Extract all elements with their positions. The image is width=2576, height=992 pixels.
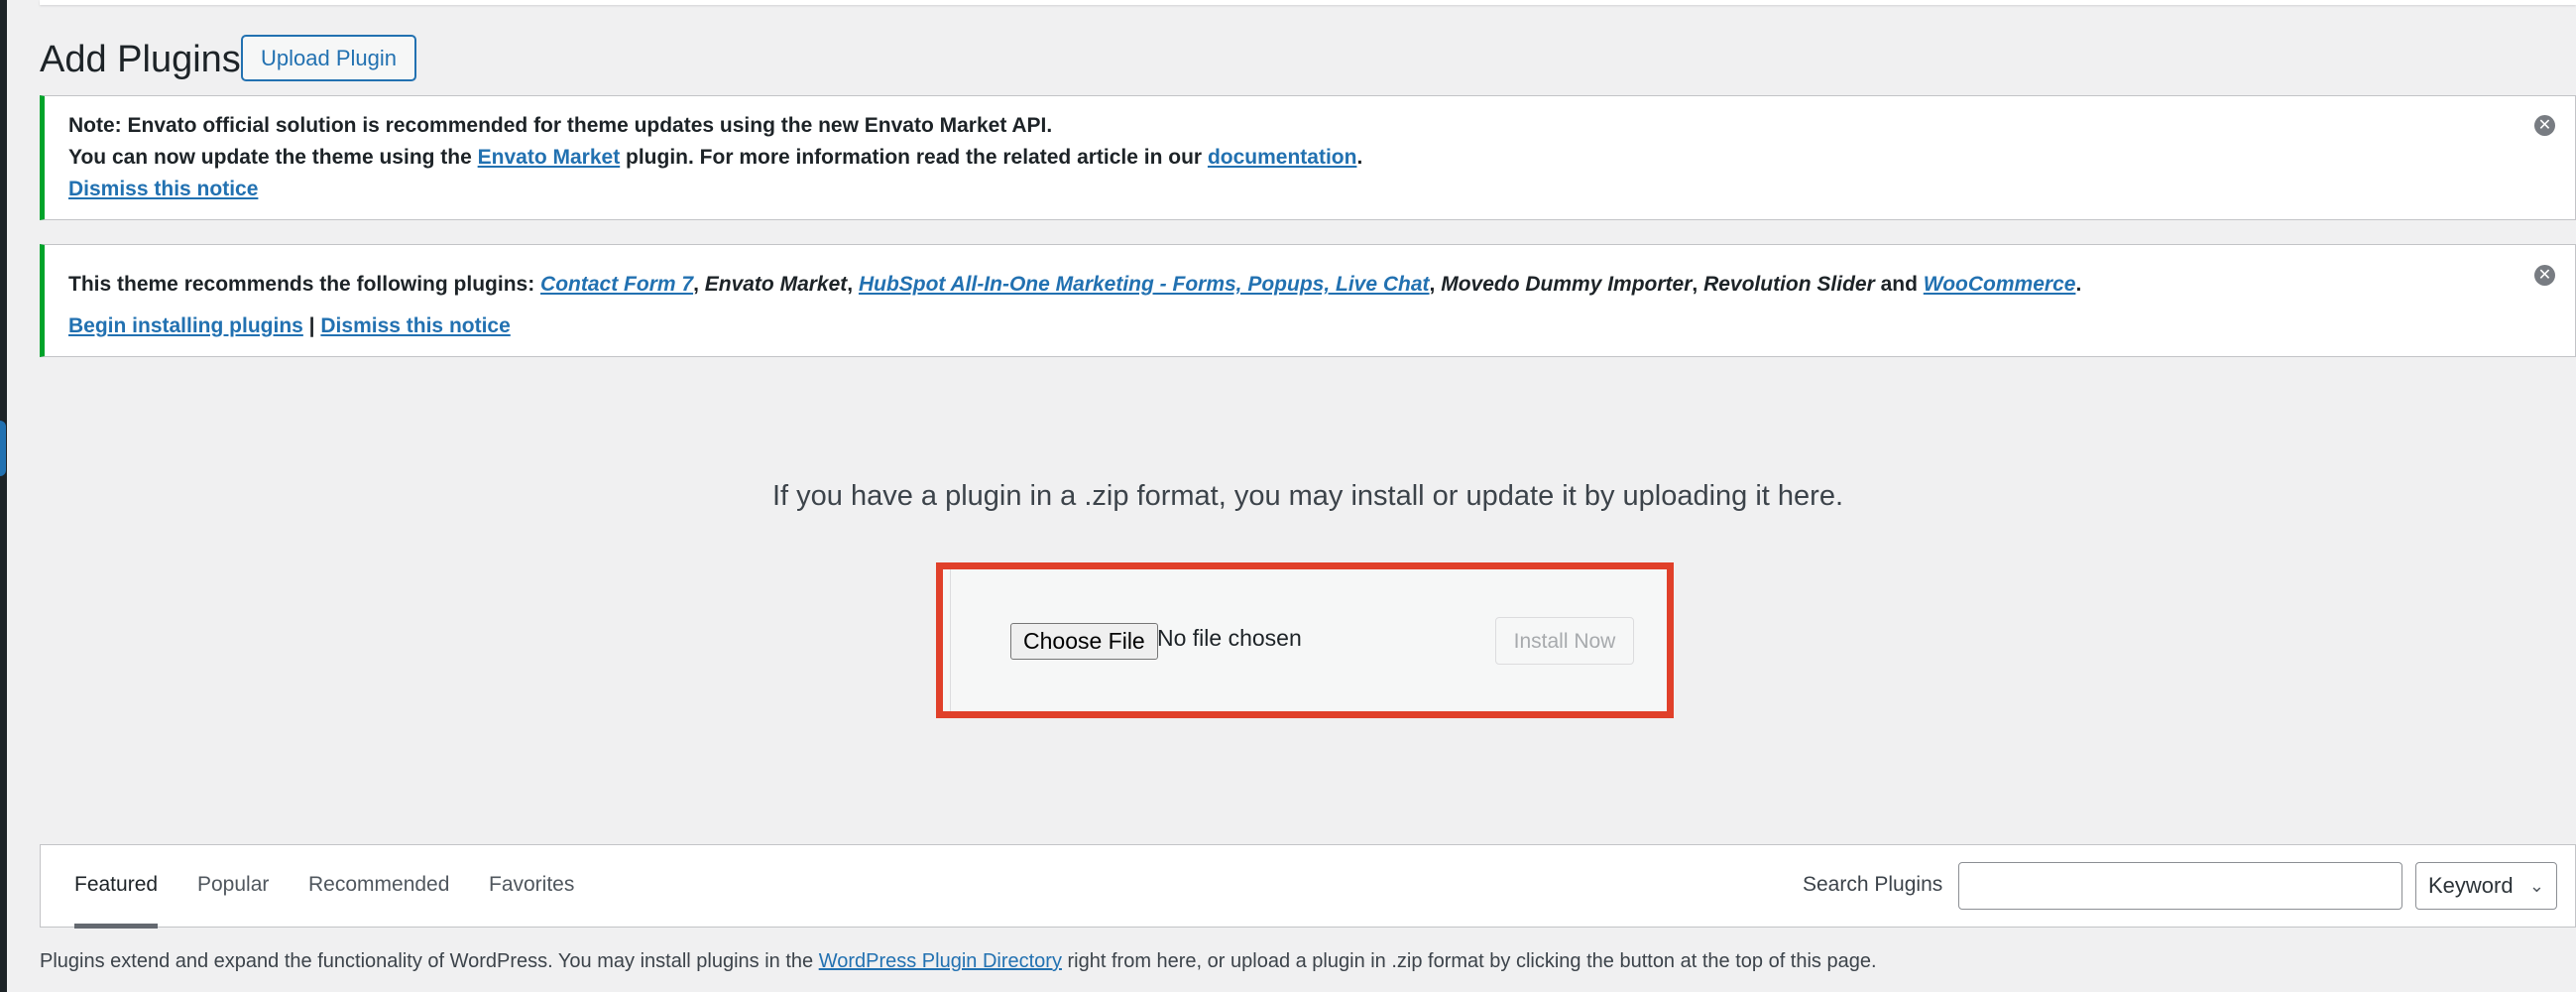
documentation-link[interactable]: documentation [1208,146,1357,169]
tab-featured[interactable]: Featured [74,845,159,929]
file-status-text: No file chosen [1157,625,1302,651]
plugins-description: Plugins extend and expand the functional… [40,950,1877,973]
recommended-plugin-revolution-slider: Revolution Slider [1703,273,1875,296]
upload-plugin-button[interactable]: Upload Plugin [241,35,416,81]
plugin-filter-bar: Featured Popular Recommended Favorites S… [40,844,2576,929]
close-circle-icon[interactable]: ✕ [2534,115,2555,136]
plugin-separator: , [693,273,705,296]
description-text: Plugins extend and expand the functional… [40,950,819,972]
tab-favorites[interactable]: Favorites [489,845,574,929]
envato-market-link[interactable]: Envato Market [478,146,621,169]
plugin-separator: , [847,273,859,296]
upload-hint-text: If you have a plugin in a .zip format, y… [771,480,1844,512]
notice-actions: Begin installing plugins | Dismiss this … [68,310,2575,342]
close-circle-icon[interactable]: ✕ [2534,265,2555,286]
plugin-separator: . [2075,273,2082,296]
plugin-separator: and [1874,273,1924,296]
chevron-down-icon: ⌄ [2528,876,2544,896]
description-text: right from here, or upload a plugin in .… [1061,950,1877,972]
page-title: Add Plugins [40,39,241,80]
dismiss-notice-link[interactable]: Dismiss this notice [68,178,258,200]
tab-recommended[interactable]: Recommended [308,845,449,929]
install-now-button[interactable]: Install Now [1495,617,1634,665]
search-type-value: Keyword [2428,873,2514,898]
envato-notice-line1: Note: Envato official solution is recomm… [68,114,1053,137]
plugin-separator: , [1692,273,1704,296]
plugin-separator: , [1429,273,1442,296]
upload-form: Choose File No file chosen Install Now [950,569,1667,711]
envato-notice-text: plugin. For more information read the re… [620,146,1208,169]
recommended-plugin-woocommerce[interactable]: WooCommerce [1924,273,2076,296]
envato-notice: Note: Envato official solution is recomm… [40,95,2576,220]
recommended-plugins-line: This theme recommends the following plug… [68,269,2575,301]
recommended-plugin-hubspot-all-in-one-marketing-forms-popups-live-chat[interactable]: HubSpot All-In-One Marketing - Forms, Po… [859,273,1430,296]
recommended-plugins-notice: This theme recommends the following plug… [40,244,2576,357]
recommended-plugin-envato-market: Envato Market [704,273,848,296]
upload-form-highlight: Choose File No file chosen Install Now [936,562,1674,718]
sidebar-active-indicator [0,421,6,476]
tab-popular[interactable]: Popular [197,845,269,929]
plugin-directory-link[interactable]: WordPress Plugin Directory [819,950,1062,972]
search-type-select[interactable]: Keyword ⌄ [2415,862,2557,910]
search-plugins-label: Search Plugins [1803,873,1943,896]
recommended-plugin-contact-form-7[interactable]: Contact Form 7 [540,273,693,296]
admin-sidebar-edge [0,0,7,992]
dismiss-notice-link[interactable]: Dismiss this notice [320,314,510,337]
begin-installing-plugins-link[interactable]: Begin installing plugins [68,314,303,337]
top-panel-edge [40,0,2576,5]
choose-file-button[interactable]: Choose File [1010,623,1158,660]
link-separator: | [302,314,321,337]
envato-notice-line2: You can now update the theme using the E… [68,142,2575,174]
recommended-plugins-prefix: This theme recommends the following plug… [68,273,541,296]
search-plugins-input[interactable] [1958,862,2402,910]
envato-notice-text: . [1356,146,1363,169]
envato-notice-text: You can now update the theme using the [68,146,478,169]
recommended-plugin-movedo-dummy-importer: Movedo Dummy Importer [1441,273,1693,296]
